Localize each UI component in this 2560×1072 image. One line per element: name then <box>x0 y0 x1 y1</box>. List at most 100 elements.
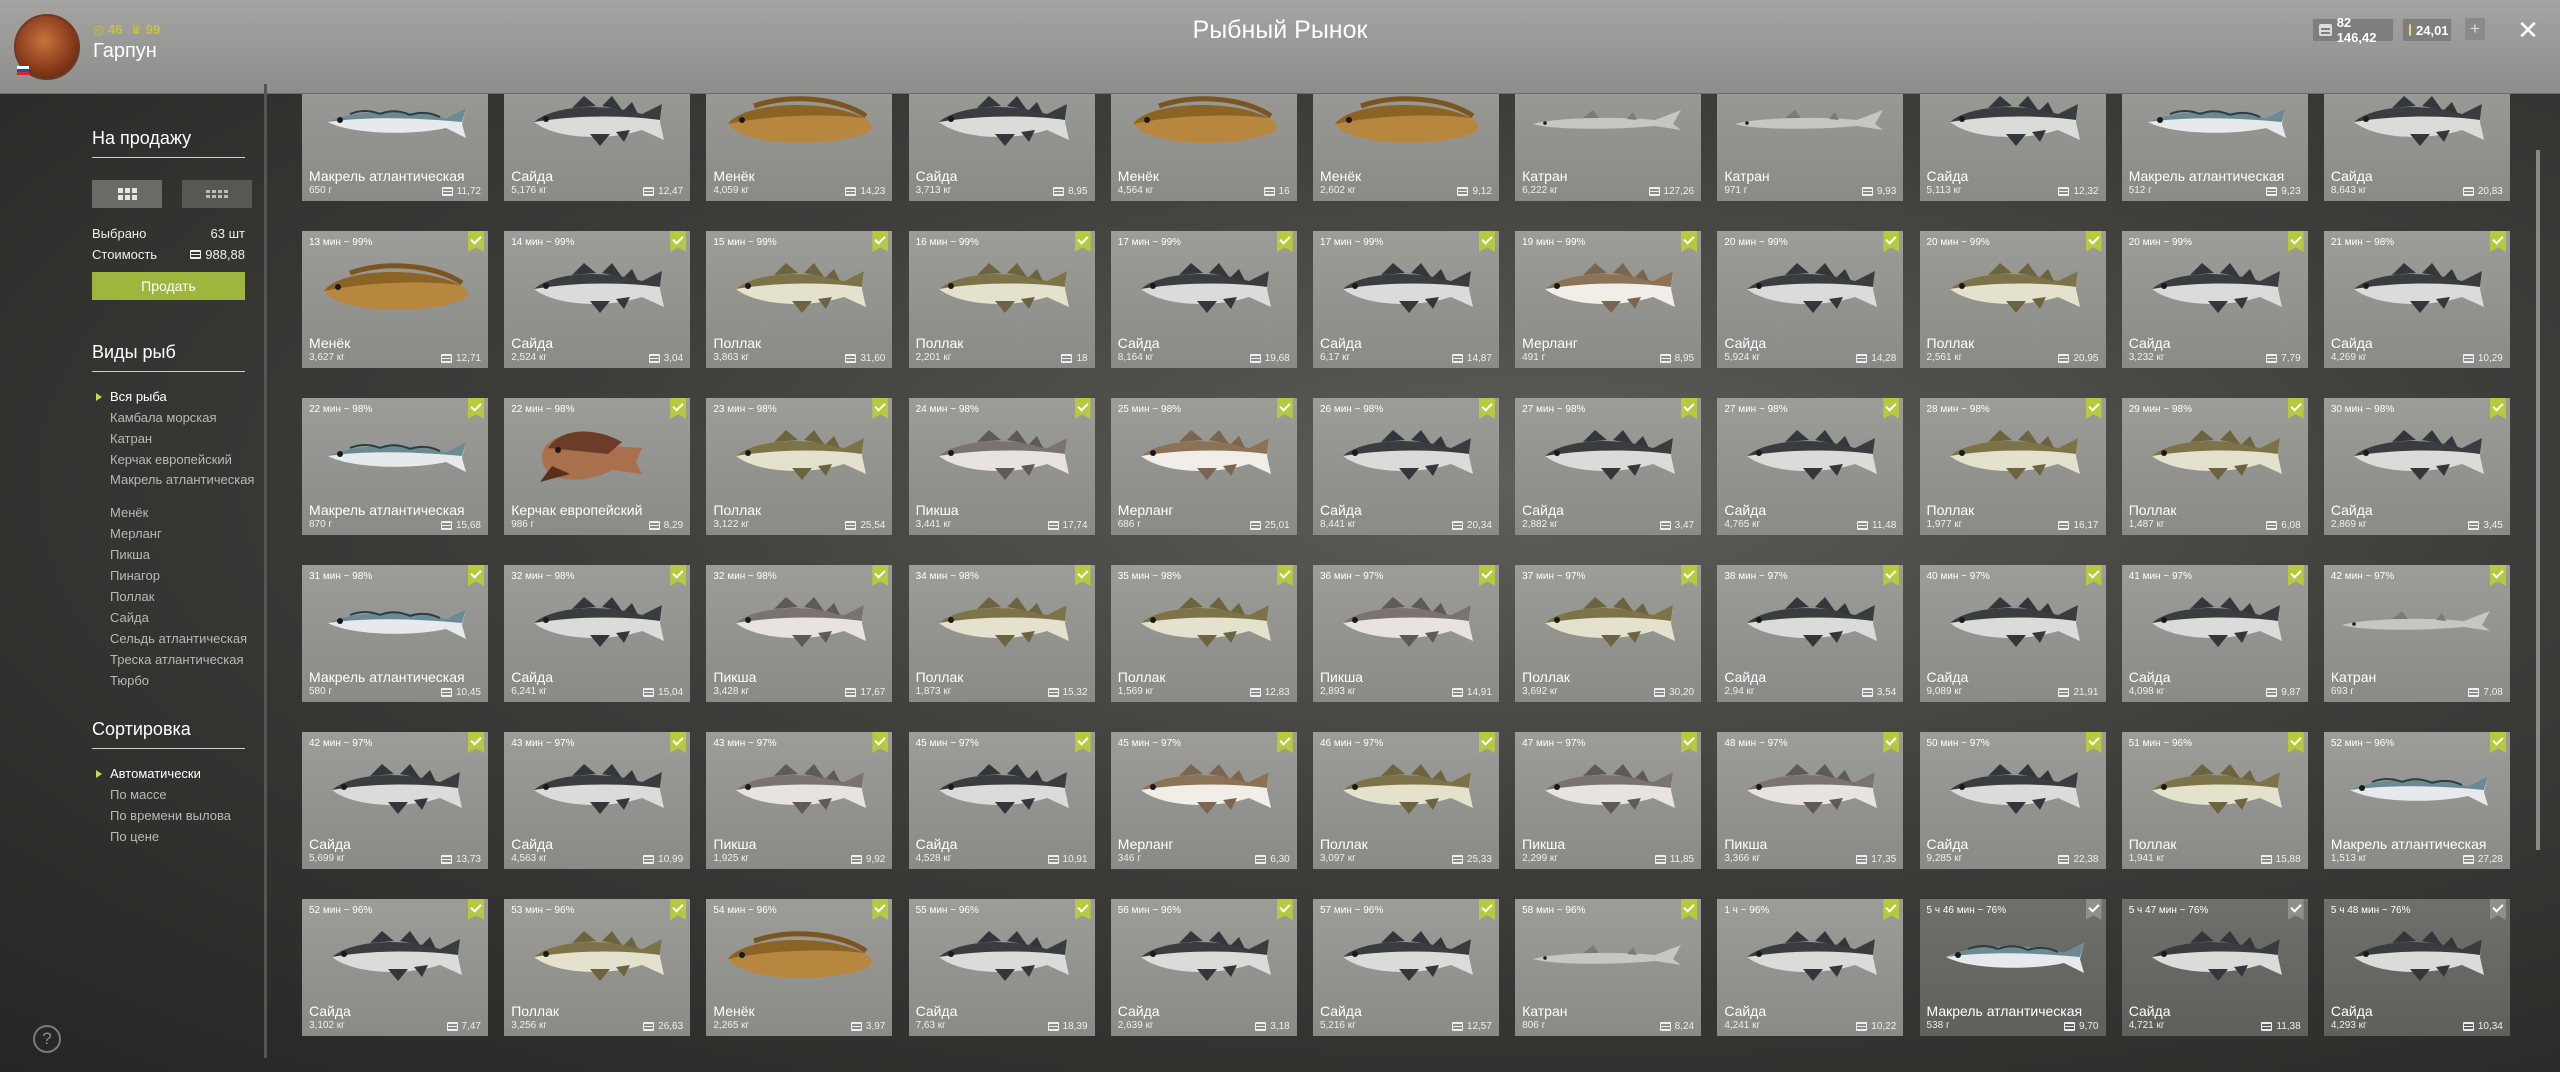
fish-card[interactable]: Менёк 4,564 кг 16 <box>1110 94 1297 201</box>
selected-check-icon[interactable] <box>1681 231 1698 252</box>
fish-card[interactable]: 13 мин ~ 99% Менёк 3,627 кг 12,71 <box>302 231 488 368</box>
selected-check-icon[interactable] <box>2489 899 2506 920</box>
fish-card[interactable]: 19 мин ~ 99% Мерланг 491 г 8,95 <box>1515 231 1702 368</box>
selected-check-icon[interactable] <box>2085 732 2102 753</box>
species-item[interactable]: Пикша <box>92 544 272 565</box>
selected-check-icon[interactable] <box>1478 398 1495 419</box>
fish-card[interactable]: 56 мин ~ 96% Сайда 2,639 кг 3,18 <box>1110 899 1297 1036</box>
selected-check-icon[interactable] <box>670 398 687 419</box>
fish-card[interactable]: 26 мин ~ 98% Сайда 8,441 кг 20,34 <box>1312 398 1499 535</box>
selected-check-icon[interactable] <box>1478 899 1495 920</box>
sort-option[interactable]: По массе <box>92 784 272 805</box>
selected-check-icon[interactable] <box>1883 732 1900 753</box>
selected-check-icon[interactable] <box>872 231 889 252</box>
fish-card[interactable]: 52 мин ~ 96% Сайда 3,102 кг 7,47 <box>302 899 488 1036</box>
species-item[interactable]: Треска атлантическая <box>92 649 272 670</box>
fish-card[interactable]: Сайда 3,713 кг 8,95 <box>908 94 1095 201</box>
fish-card[interactable]: 43 мин ~ 97% Сайда 4,563 кг 10,99 <box>504 732 691 869</box>
fish-card[interactable]: 30 мин ~ 98% Сайда 2,869 кг 3,45 <box>2323 398 2510 535</box>
species-item[interactable]: Керчак европейский <box>92 449 272 470</box>
species-item[interactable]: Катран <box>92 428 272 449</box>
fish-card[interactable]: Макрель атлантическая 650 г 11,72 <box>302 94 488 201</box>
fish-card[interactable]: 57 мин ~ 96% Сайда 5,216 кг 12,57 <box>1312 899 1499 1036</box>
fish-card[interactable]: 17 мин ~ 99% Сайда 8,164 кг 19,68 <box>1110 231 1297 368</box>
selected-check-icon[interactable] <box>2489 732 2506 753</box>
fish-card[interactable]: 42 мин ~ 97% Катран 693 г 7,08 <box>2323 565 2510 702</box>
fish-card[interactable]: 17 мин ~ 99% Сайда 6,17 кг 14,87 <box>1312 231 1499 368</box>
fish-card[interactable]: 48 мин ~ 97% Пикша 3,366 кг 17,35 <box>1717 732 1904 869</box>
species-item[interactable]: Тюрбо <box>92 670 272 691</box>
fish-card[interactable]: 24 мин ~ 98% Пикша 3,441 кг 17,74 <box>908 398 1095 535</box>
selected-check-icon[interactable] <box>2489 565 2506 586</box>
fish-card[interactable]: 15 мин ~ 99% Поллак 3,863 кг 31,60 <box>706 231 893 368</box>
fish-card[interactable]: 32 мин ~ 98% Пикша 3,428 кг 17,67 <box>706 565 893 702</box>
selected-check-icon[interactable] <box>1883 398 1900 419</box>
selected-check-icon[interactable] <box>468 899 484 920</box>
fish-card[interactable]: 28 мин ~ 98% Поллак 1,977 кг 16,17 <box>1919 398 2106 535</box>
fish-card[interactable]: 27 мин ~ 98% Сайда 4,765 кг 11,48 <box>1717 398 1904 535</box>
selected-check-icon[interactable] <box>2489 231 2506 252</box>
fish-card[interactable]: 43 мин ~ 97% Пикша 1,925 кг 9,92 <box>706 732 893 869</box>
species-item[interactable]: Камбала морская <box>92 407 272 428</box>
fish-card[interactable]: 5 ч 46 мин ~ 76% Макрель атлантическая 5… <box>1919 899 2106 1036</box>
species-item[interactable]: Вся рыба <box>92 386 272 407</box>
selected-check-icon[interactable] <box>1478 231 1495 252</box>
fish-card[interactable]: 51 мин ~ 96% Поллак 1,941 кг 15,88 <box>2121 732 2308 869</box>
fish-card[interactable]: 21 мин ~ 98% Сайда 4,269 кг 10,29 <box>2323 231 2510 368</box>
species-item[interactable]: Менёк <box>92 502 272 523</box>
sell-button[interactable]: Продать <box>92 272 245 300</box>
scrollbar[interactable] <box>2536 150 2540 850</box>
fish-card[interactable]: Сайда 8,643 кг 20,83 <box>2323 94 2510 201</box>
small-grid-view-button[interactable] <box>182 180 252 208</box>
fish-card[interactable]: 38 мин ~ 97% Сайда 2,94 кг 3,54 <box>1717 565 1904 702</box>
fish-card[interactable]: 35 мин ~ 98% Поллак 1,569 кг 12,83 <box>1110 565 1297 702</box>
selected-check-icon[interactable] <box>1681 732 1698 753</box>
selected-check-icon[interactable] <box>670 231 687 252</box>
selected-check-icon[interactable] <box>2287 732 2304 753</box>
fish-card[interactable]: 54 мин ~ 96% Менёк 2,265 кг 3,97 <box>706 899 893 1036</box>
fish-card[interactable]: 50 мин ~ 97% Сайда 9,285 кг 22,38 <box>1919 732 2106 869</box>
selected-check-icon[interactable] <box>1681 899 1698 920</box>
fish-card[interactable]: 27 мин ~ 98% Сайда 2,882 кг 3,47 <box>1515 398 1702 535</box>
fish-card[interactable]: 20 мин ~ 99% Поллак 2,561 кг 20,95 <box>1919 231 2106 368</box>
species-item[interactable]: Сельдь атлантическая <box>92 628 272 649</box>
selected-check-icon[interactable] <box>468 732 484 753</box>
selected-check-icon[interactable] <box>1276 899 1293 920</box>
selected-check-icon[interactable] <box>2085 899 2102 920</box>
fish-card[interactable]: 22 мин ~ 98% Макрель атлантическая 870 г… <box>302 398 488 535</box>
add-gold-button[interactable]: + <box>2465 18 2485 40</box>
selected-check-icon[interactable] <box>1276 565 1293 586</box>
selected-check-icon[interactable] <box>1883 231 1900 252</box>
selected-check-icon[interactable] <box>872 899 889 920</box>
fish-card[interactable]: 20 мин ~ 99% Сайда 3,232 кг 7,79 <box>2121 231 2308 368</box>
help-button[interactable]: ? <box>33 1025 61 1053</box>
species-item[interactable]: Мерланг <box>92 523 272 544</box>
fish-card[interactable]: 37 мин ~ 97% Поллак 3,692 кг 30,20 <box>1515 565 1702 702</box>
selected-check-icon[interactable] <box>1276 732 1293 753</box>
fish-card[interactable]: 1 ч ~ 96% Сайда 4,241 кг 10,22 <box>1717 899 1904 1036</box>
selected-check-icon[interactable] <box>670 732 687 753</box>
selected-check-icon[interactable] <box>2287 231 2304 252</box>
fish-card[interactable]: 16 мин ~ 99% Поллак 2,201 кг 18 <box>908 231 1095 368</box>
selected-check-icon[interactable] <box>2287 398 2304 419</box>
fish-card[interactable]: 5 ч 47 мин ~ 76% Сайда 4,721 кг 11,38 <box>2121 899 2308 1036</box>
selected-check-icon[interactable] <box>2287 565 2304 586</box>
selected-check-icon[interactable] <box>872 732 889 753</box>
species-item[interactable]: Пинагор <box>92 565 272 586</box>
selected-check-icon[interactable] <box>1074 565 1091 586</box>
fish-card[interactable]: 23 мин ~ 98% Поллак 3,122 кг 25,54 <box>706 398 893 535</box>
selected-check-icon[interactable] <box>1681 398 1698 419</box>
selected-check-icon[interactable] <box>2287 899 2304 920</box>
close-icon[interactable]: ✕ <box>2514 16 2542 44</box>
species-item[interactable]: Макрель атлантическая <box>92 470 272 502</box>
fish-card[interactable]: Сайда 5,113 кг 12,32 <box>1919 94 2106 201</box>
sort-option[interactable]: По цене <box>92 826 272 847</box>
selected-check-icon[interactable] <box>1883 565 1900 586</box>
fish-card[interactable]: Менёк 4,059 кг 14,23 <box>706 94 893 201</box>
selected-check-icon[interactable] <box>468 398 484 419</box>
selected-check-icon[interactable] <box>1276 398 1293 419</box>
fish-card[interactable]: 25 мин ~ 98% Мерланг 686 г 25,01 <box>1110 398 1297 535</box>
fish-card[interactable]: 5 ч 48 мин ~ 76% Сайда 4,293 кг 10,34 <box>2323 899 2510 1036</box>
fish-card[interactable]: 53 мин ~ 96% Поллак 3,256 кг 26,63 <box>504 899 691 1036</box>
fish-card[interactable]: 20 мин ~ 99% Сайда 5,924 кг 14,28 <box>1717 231 1904 368</box>
